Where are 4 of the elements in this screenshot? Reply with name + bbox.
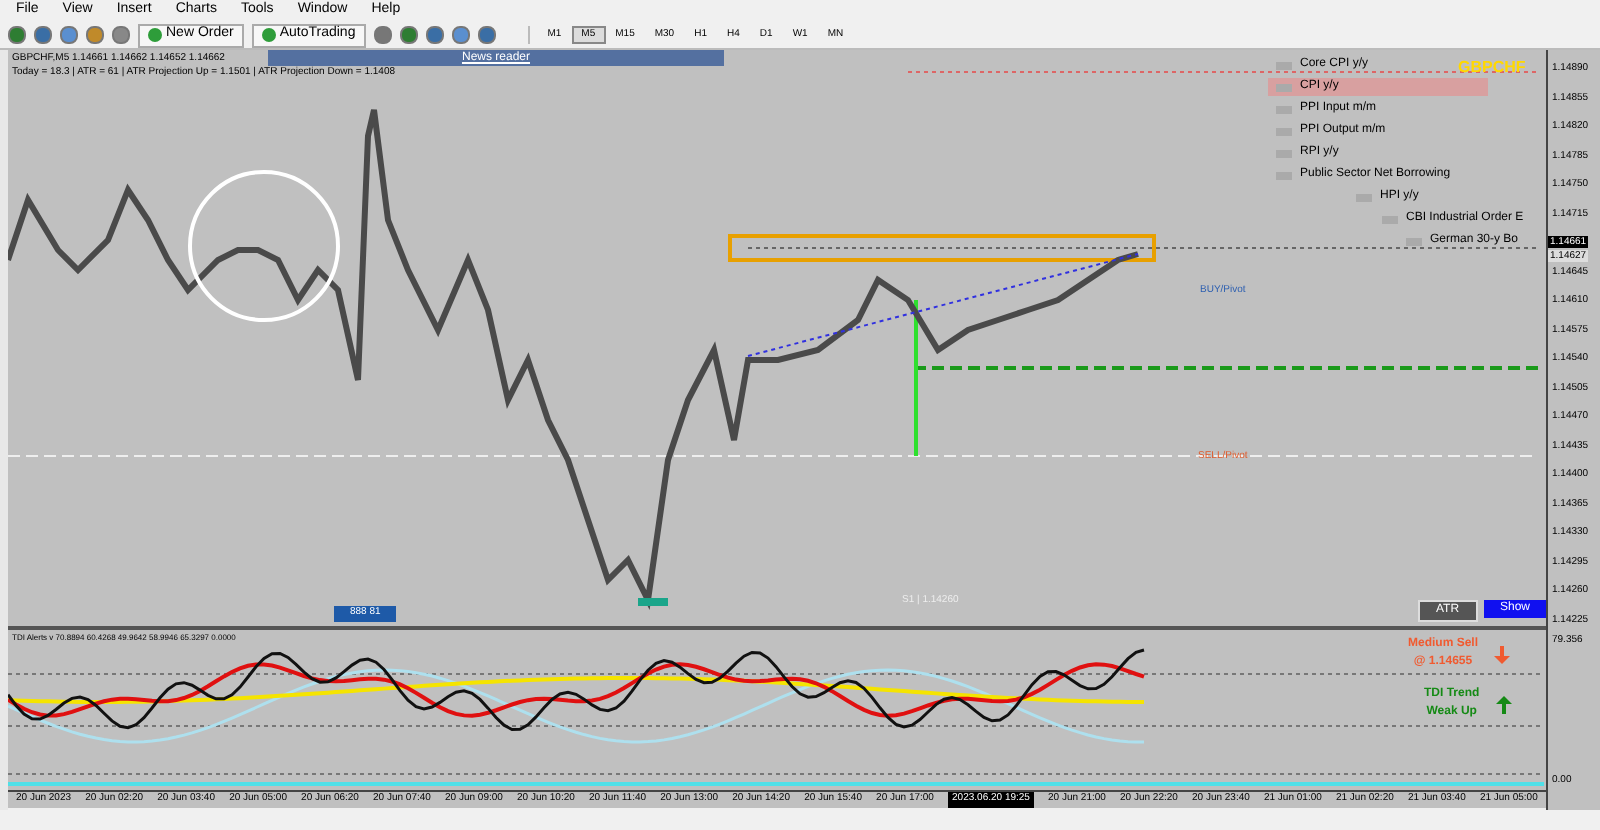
down-arrow-icon	[1494, 645, 1511, 663]
bottom-marker	[638, 598, 668, 606]
symbol-label: GBPCHF	[1458, 56, 1526, 80]
up-arrow-icon	[1495, 695, 1512, 713]
